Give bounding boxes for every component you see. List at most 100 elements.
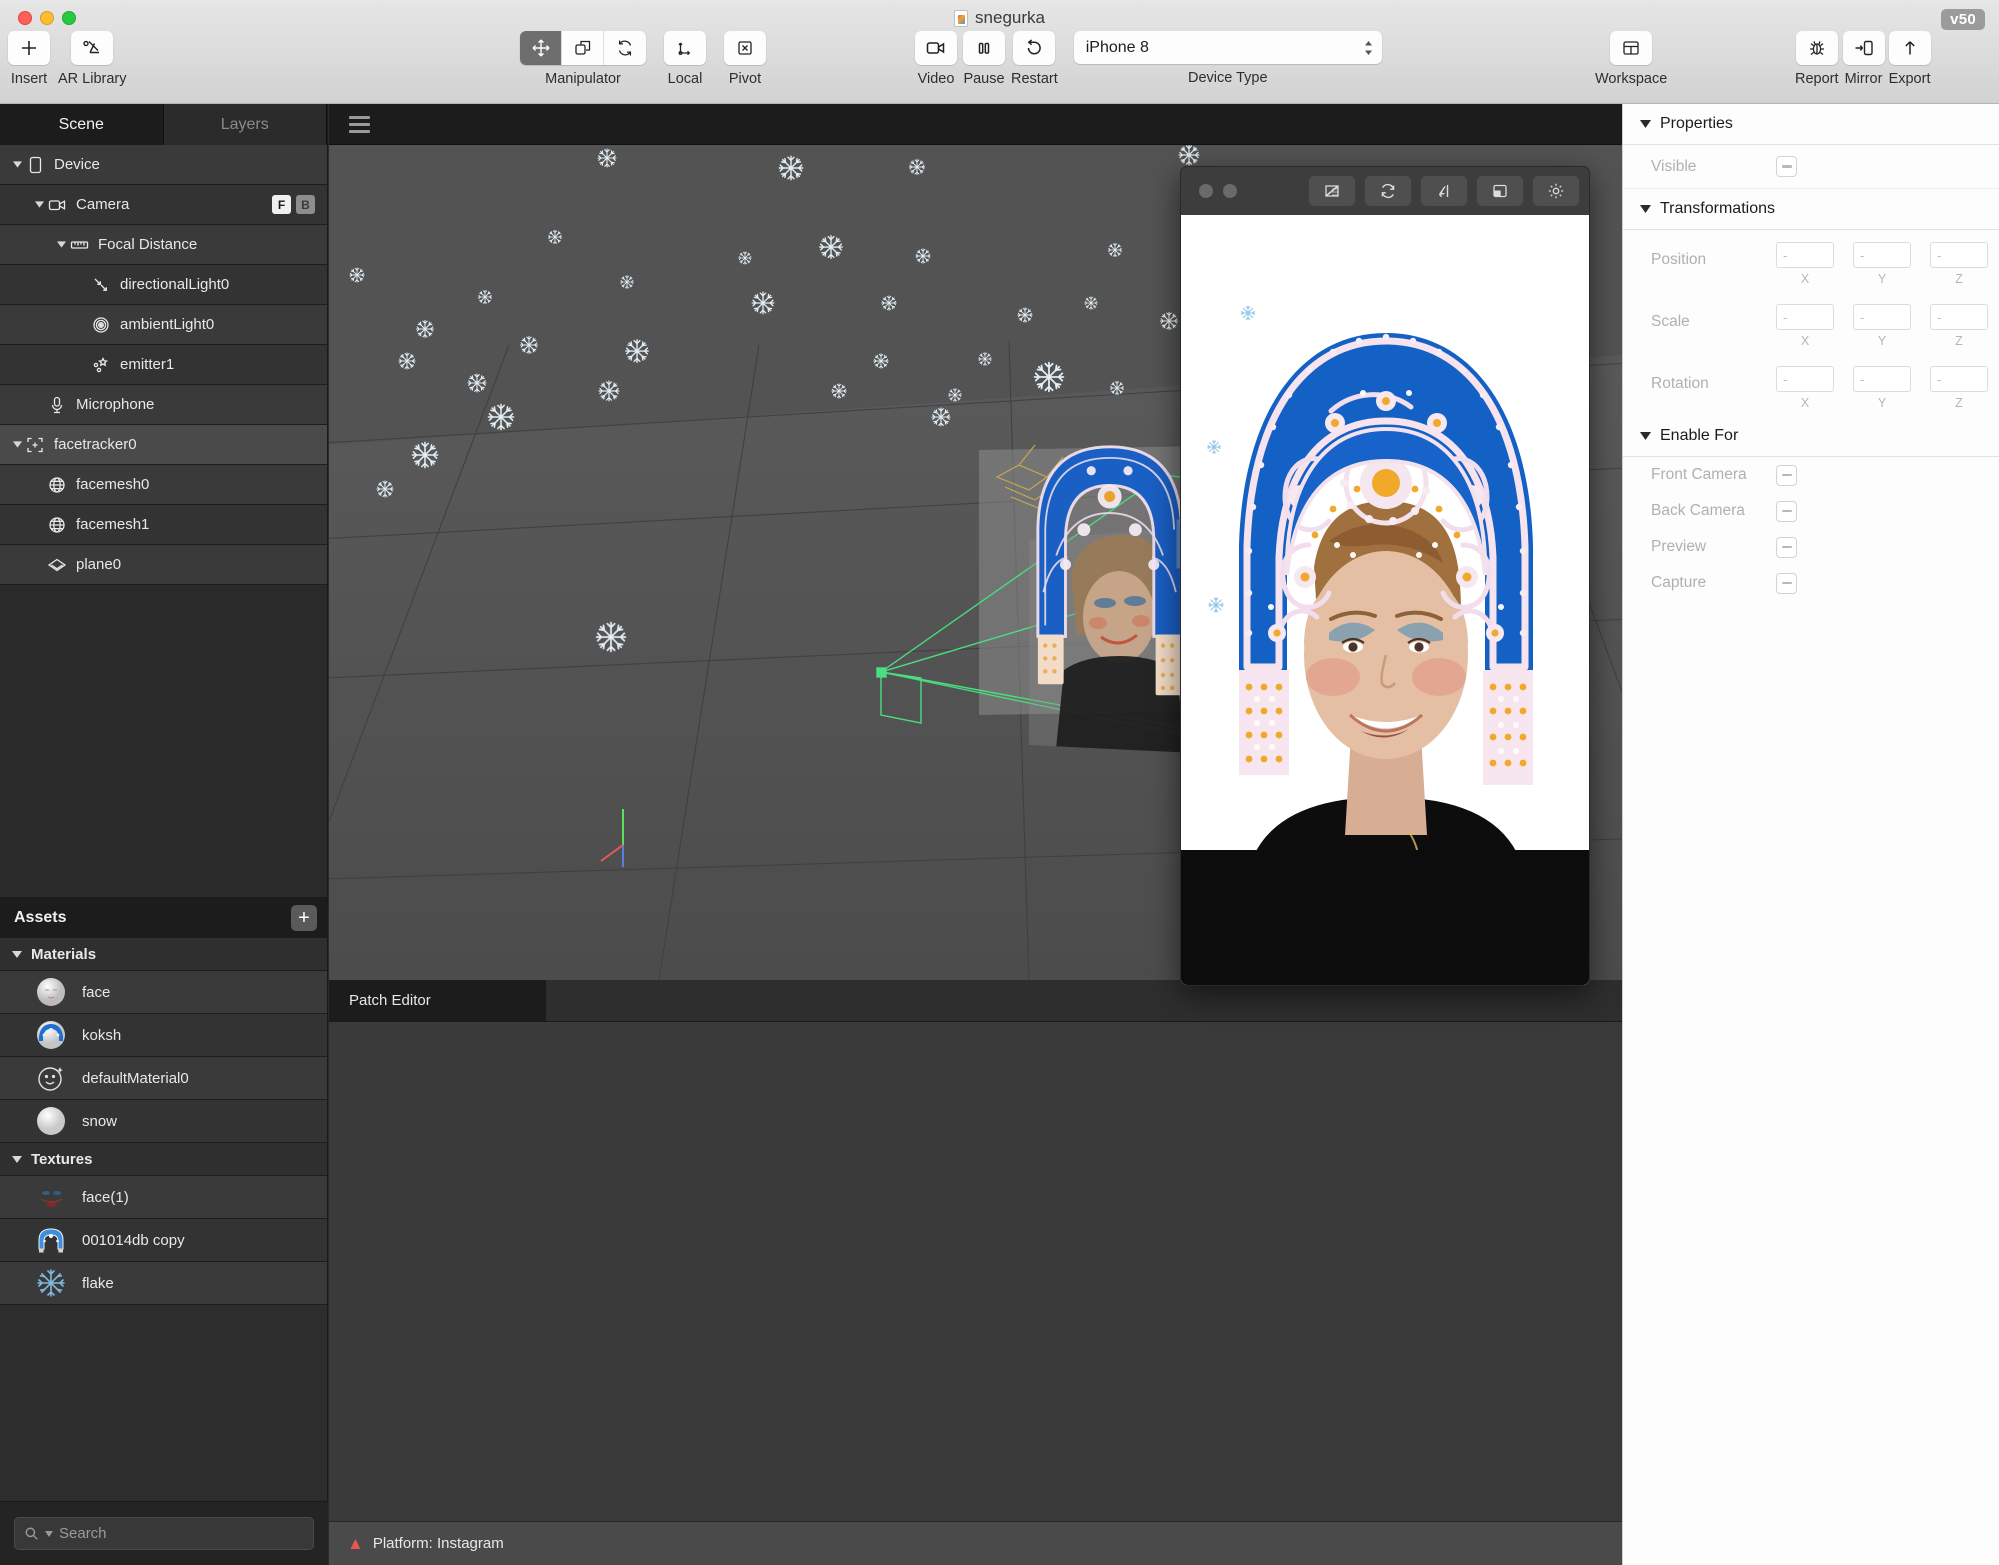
tab-patch-editor[interactable]: Patch Editor	[329, 980, 546, 1021]
simulator-window[interactable]	[1180, 166, 1590, 986]
tab-scene[interactable]: Scene	[0, 104, 164, 145]
asset-item-001014db-copy[interactable]: 001014db copy	[0, 1219, 327, 1262]
scene-tree-item-label: emitter1	[120, 356, 175, 373]
search-icon	[24, 1526, 39, 1541]
position-x-input[interactable]: -	[1776, 242, 1834, 268]
back-camera-checkbox[interactable]	[1776, 500, 1797, 522]
scale-x-input[interactable]: -	[1776, 304, 1834, 330]
rotation-x-input[interactable]: -	[1776, 366, 1834, 392]
resize-icon[interactable]	[1421, 176, 1467, 206]
report-button[interactable]: Report	[1795, 31, 1839, 87]
workspace-button[interactable]: Workspace	[1595, 31, 1667, 87]
enable-for-row-capture: Capture	[1623, 565, 1999, 601]
scene-tree-item-facemesh0[interactable]: facemesh0	[0, 465, 327, 505]
search-dropdown-caret-icon[interactable]	[45, 1530, 53, 1537]
section-header-enable-for[interactable]: Enable For	[1623, 416, 1999, 457]
asset-item-label: koksh	[82, 1026, 122, 1044]
no-background-icon[interactable]	[1309, 176, 1355, 206]
simulator-close-button[interactable]	[1199, 184, 1213, 198]
asset-item-face-1-[interactable]: face(1)	[0, 1176, 327, 1219]
material-face-sphere-thumbnail	[36, 977, 66, 1007]
section-header-properties[interactable]: Properties	[1623, 104, 1999, 145]
axis-label: Y	[1877, 396, 1887, 410]
scene-tree-item-focal-distance[interactable]: Focal Distance	[0, 225, 327, 265]
video-button[interactable]: Video	[915, 31, 957, 87]
asset-item-flake[interactable]: flake	[0, 1262, 327, 1305]
pause-button[interactable]: Pause	[963, 31, 1005, 87]
device-type-select[interactable]: iPhone 8 Device Type	[1073, 31, 1382, 86]
upload-arrow-icon	[1888, 31, 1931, 65]
transform-fields: -X-Y-Z	[1776, 242, 1988, 286]
front-camera-tag[interactable]: F	[272, 195, 291, 214]
capture-checkbox[interactable]	[1776, 572, 1797, 594]
caret-expanded-icon[interactable]	[54, 238, 68, 252]
scene-tree-item-emitter1[interactable]: emitter1	[0, 345, 327, 385]
hamburger-icon[interactable]	[349, 115, 370, 133]
scene-tree-item-directionallight0[interactable]: directionalLight0	[0, 265, 327, 305]
axis-label: Z	[1955, 334, 1963, 348]
add-asset-button[interactable]: +	[291, 904, 317, 931]
asset-item-defaultmaterial0[interactable]: defaultMaterial0	[0, 1057, 327, 1100]
search-bar-container: Search	[0, 1501, 328, 1565]
caret-placeholder	[76, 278, 90, 292]
scale-y-input[interactable]: -	[1853, 304, 1911, 330]
scene-tree-item-camera[interactable]: Camera F B	[0, 185, 327, 225]
pivot-button[interactable]: Pivot	[724, 31, 766, 87]
move-icon[interactable]	[520, 31, 562, 65]
position-y-input[interactable]: -	[1853, 242, 1911, 268]
reload-icon[interactable]	[1365, 176, 1411, 206]
section-header-transformations[interactable]: Transformations	[1623, 189, 1999, 230]
axis-cell-y: -Y	[1853, 304, 1911, 348]
preview-checkbox[interactable]	[1776, 536, 1797, 558]
insert-button[interactable]: Insert	[8, 31, 50, 87]
patch-editor-canvas[interactable]	[329, 1022, 1622, 1521]
asset-item-snow[interactable]: snow	[0, 1100, 327, 1143]
picture-in-picture-icon[interactable]	[1477, 176, 1523, 206]
scene-tree-item-facetracker0[interactable]: facetracker0	[0, 425, 327, 465]
caret-expanded-icon[interactable]	[10, 438, 24, 452]
scene-tree-item-label: facemesh0	[76, 476, 150, 493]
mirror-button[interactable]: Mirror	[1842, 31, 1885, 87]
position-z-input[interactable]: -	[1930, 242, 1988, 268]
scene-tree-item-label: plane0	[76, 556, 122, 573]
caret-expanded-icon[interactable]	[10, 158, 24, 172]
tab-layers[interactable]: Layers	[163, 104, 327, 145]
ar-library-button[interactable]: AR Library	[58, 31, 127, 87]
patch-editor-tabbar: Patch Editor	[329, 980, 1622, 1022]
manipulator-segmented-control[interactable]: Manipulator	[520, 31, 646, 87]
caret-expanded-icon[interactable]	[12, 1155, 22, 1163]
enable-for-row-back-camera: Back Camera	[1623, 493, 1999, 529]
scene-tree-item-facemesh1[interactable]: facemesh1	[0, 505, 327, 545]
asset-group-textures[interactable]: Textures	[0, 1143, 327, 1176]
caret-expanded-icon[interactable]	[32, 198, 46, 212]
version-badge: v50	[1941, 9, 1985, 30]
scene-tree-item-microphone[interactable]: Microphone	[0, 385, 327, 425]
simulator-preview-screen[interactable]	[1181, 215, 1589, 985]
search-input[interactable]: Search	[14, 1517, 314, 1550]
restart-button[interactable]: Restart	[1011, 31, 1058, 87]
caret-expanded-icon[interactable]	[12, 950, 22, 958]
rotation-z-input[interactable]: -	[1930, 366, 1988, 392]
settings-gear-icon[interactable]	[1533, 176, 1579, 206]
scene-tree-item-device[interactable]: Device	[0, 145, 327, 185]
scene-tree-item-ambientlight0[interactable]: ambientLight0	[0, 305, 327, 345]
video-camera-icon	[915, 31, 957, 65]
scene-tree-item-plane0[interactable]: plane0	[0, 545, 327, 585]
rotation-y-input[interactable]: -	[1853, 366, 1911, 392]
rotate-icon[interactable]	[604, 31, 646, 65]
back-camera-tag[interactable]: B	[296, 195, 315, 214]
simulator-minimize-button[interactable]	[1223, 184, 1237, 198]
asset-item-label: 001014db copy	[82, 1231, 185, 1249]
front-camera-checkbox[interactable]	[1776, 464, 1797, 486]
toolbar-workspace-group: Workspace	[1595, 31, 1667, 87]
export-button[interactable]: Export	[1888, 31, 1931, 87]
asset-item-face[interactable]: face	[0, 971, 327, 1014]
asset-item-koksh[interactable]: koksh	[0, 1014, 327, 1057]
visible-checkbox[interactable]	[1776, 156, 1797, 177]
local-space-button[interactable]: Local	[664, 31, 706, 87]
scale-icon[interactable]	[562, 31, 604, 65]
axis-icon	[664, 31, 706, 65]
transform-label: Scale	[1651, 313, 1690, 330]
scale-z-input[interactable]: -	[1930, 304, 1988, 330]
asset-group-materials[interactable]: Materials	[0, 938, 327, 971]
